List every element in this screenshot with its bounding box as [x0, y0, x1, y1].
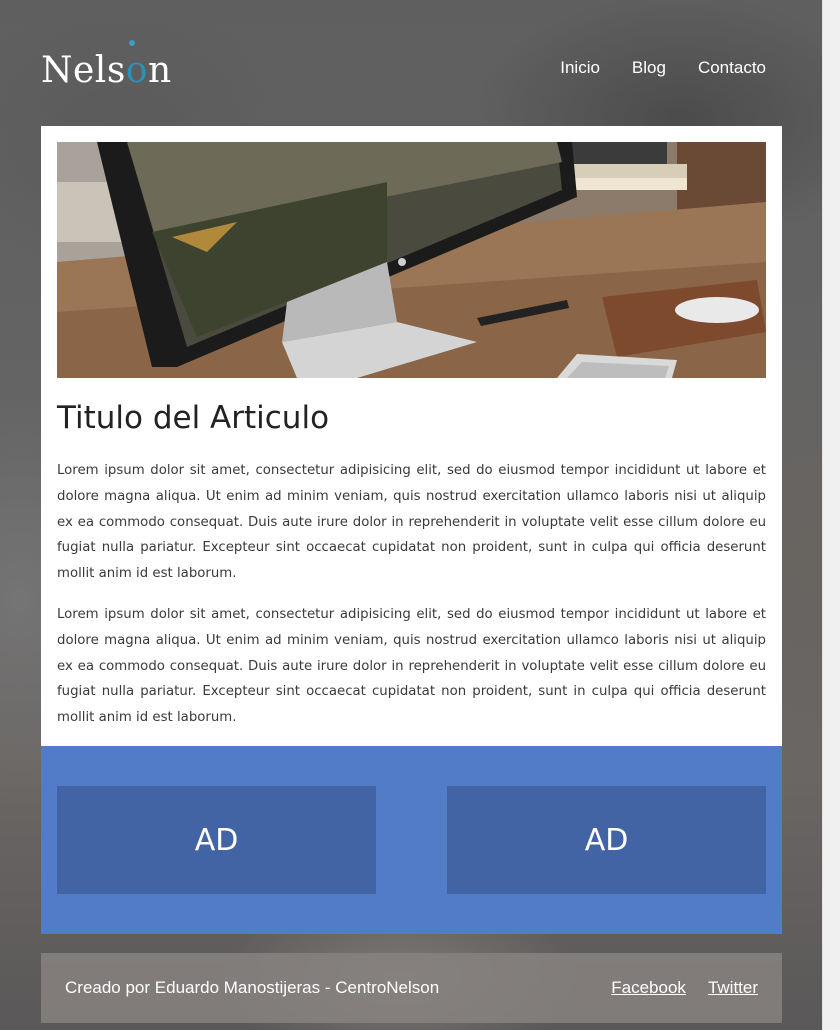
- desk-computer-illustration: [57, 142, 766, 378]
- logo-text-prefix: Nels: [41, 50, 126, 91]
- ads-section: AD AD: [41, 746, 782, 934]
- article-hero-image: [57, 142, 766, 378]
- site-footer: Creado por Eduardo Manostijeras - Centro…: [41, 953, 782, 1023]
- footer-credit: Creado por Eduardo Manostijeras - Centro…: [65, 978, 440, 997]
- article-paragraph-1: Lorem ipsum dolor sit amet, consectetur …: [57, 463, 766, 582]
- footer-social-links: Facebook Twitter: [611, 978, 758, 998]
- article-paragraph-2: Lorem ipsum dolor sit amet, consectetur …: [57, 607, 766, 726]
- nav-link-blog[interactable]: Blog: [632, 58, 666, 78]
- article-title: Titulo del Articulo: [57, 400, 330, 436]
- logo-dot-icon: [129, 40, 135, 46]
- logo-text-o: o: [125, 50, 148, 91]
- logo-text-suffix: n: [147, 50, 172, 91]
- nav-link-contacto[interactable]: Contacto: [698, 58, 766, 78]
- article-card: Titulo del Articulo Lorem ipsum dolor si…: [41, 126, 782, 746]
- vertical-scrollbar[interactable]: [822, 0, 840, 1030]
- ad-banner-left[interactable]: AD: [57, 786, 376, 894]
- twitter-link[interactable]: Twitter: [708, 978, 758, 998]
- nav-link-inicio[interactable]: Inicio: [560, 58, 600, 78]
- main-nav: Inicio Blog Contacto: [560, 58, 766, 78]
- ad-banner-right[interactable]: AD: [447, 786, 766, 894]
- site-header: Nelson Inicio Blog Contacto: [41, 38, 766, 94]
- facebook-link[interactable]: Facebook: [611, 978, 686, 998]
- site-logo[interactable]: Nelson: [41, 50, 172, 91]
